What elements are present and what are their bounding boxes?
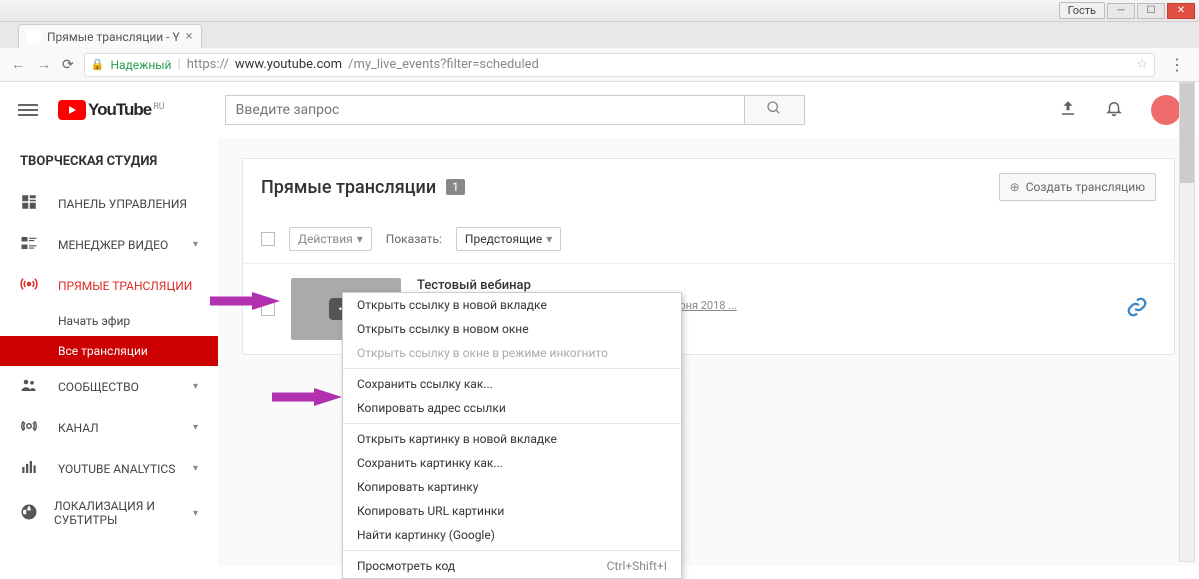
reload-button[interactable]: ⟳ [62, 57, 74, 73]
bell-icon[interactable] [1105, 99, 1123, 122]
address-bar: ← → ⟳ 🔒 Надежный | https://www.youtube.c… [0, 48, 1199, 82]
ctx-open-image[interactable]: Открыть картинку в новой вкладке [343, 427, 681, 451]
ctx-find-image[interactable]: Найти картинку (Google) [343, 523, 681, 547]
sidebar-sub-start[interactable]: Начать эфир [0, 306, 218, 336]
sidebar-label: ЛОКАЛИЗАЦИЯ И СУБТИТРЫ [54, 499, 177, 527]
channel-icon [20, 417, 42, 438]
plus-icon: ⊕ [1010, 180, 1020, 194]
search-button[interactable] [745, 95, 805, 125]
sidebar-item-channel[interactable]: КАНАЛ ▾ [0, 407, 218, 448]
close-button[interactable]: ✕ [1167, 3, 1195, 19]
sidebar-item-analytics[interactable]: YOUTUBE ANALYTICS ▾ [0, 448, 218, 489]
logo-text: YouTube [88, 100, 151, 120]
sidebar-item-dashboard[interactable]: ПАНЕЛЬ УПРАВЛЕНИЯ [0, 183, 218, 224]
search-form [225, 95, 805, 125]
sidebar-label: ПРЯМЫЕ ТРАНСЛЯЦИИ [58, 279, 192, 293]
count-badge: 1 [446, 179, 465, 195]
forward-button[interactable]: → [36, 56, 52, 73]
play-icon [58, 100, 86, 120]
hamburger-icon[interactable] [18, 101, 38, 119]
ctx-inspect[interactable]: Просмотреть код Ctrl+Shift+I [343, 554, 681, 578]
live-icon [20, 275, 42, 296]
ctx-copy-image[interactable]: Копировать картинку [343, 475, 681, 499]
create-stream-button[interactable]: ⊕ Создать трансляцию [999, 173, 1156, 201]
actions-dropdown[interactable]: Действия▾ [289, 227, 372, 251]
lock-icon: 🔒 [91, 58, 105, 71]
minimize-button[interactable]: ─ [1107, 3, 1135, 19]
chevron-down-icon: ▾ [193, 508, 198, 519]
yt-header: YouTube RU [0, 82, 1199, 138]
ctx-open-incognito: Открыть ссылку в окне в режиме инкогнито [343, 341, 681, 365]
chevron-down-icon: ▾ [193, 239, 198, 250]
url-input[interactable]: 🔒 Надежный | https://www.youtube.com/my_… [84, 53, 1155, 77]
ctx-save-image[interactable]: Сохранить картинку как... [343, 451, 681, 475]
sidebar: ТВОРЧЕСКАЯ СТУДИЯ ПАНЕЛЬ УПРАВЛЕНИЯ МЕНЕ… [0, 138, 218, 566]
url-host: www.youtube.com [235, 57, 342, 72]
tab-close-icon[interactable]: × [186, 29, 193, 44]
sidebar-item-live[interactable]: ПРЯМЫЕ ТРАНСЛЯЦИИ [0, 265, 218, 306]
ctx-separator [343, 368, 681, 369]
window-titlebar: Гость ─ ☐ ✕ [0, 0, 1199, 22]
community-icon [20, 376, 42, 397]
ctx-copy-link[interactable]: Копировать адрес ссылки [343, 396, 681, 420]
scrollbar-thumb[interactable] [1180, 83, 1194, 183]
sidebar-label: ПАНЕЛЬ УПРАВЛЕНИЯ [58, 197, 187, 211]
select-all-checkbox[interactable] [261, 232, 275, 246]
favicon [27, 30, 41, 44]
stream-title[interactable]: Тестовый вебинар [417, 278, 1110, 293]
upload-icon[interactable] [1059, 99, 1077, 121]
browser-menu-icon[interactable]: ⋮ [1165, 55, 1189, 74]
sidebar-label: YOUTUBE ANALYTICS [58, 462, 175, 476]
back-button[interactable]: ← [10, 56, 26, 73]
chevron-down-icon: ▾ [193, 463, 198, 474]
toolbar: Действия▾ Показать: Предстоящие▾ [243, 215, 1174, 264]
create-label: Создать трансляцию [1026, 180, 1145, 194]
sidebar-item-video-manager[interactable]: МЕНЕДЖЕР ВИДЕО ▾ [0, 224, 218, 265]
shortcut-label: Ctrl+Shift+I [607, 559, 667, 573]
sidebar-label: КАНАЛ [58, 421, 99, 435]
filter-dropdown[interactable]: Предстоящие▾ [456, 227, 561, 251]
link-icon[interactable] [1126, 296, 1148, 323]
sidebar-title: ТВОРЧЕСКАЯ СТУДИЯ [0, 138, 218, 183]
tab-bar: Прямые трансляции - Y × [0, 22, 1199, 48]
guest-button[interactable]: Гость [1059, 2, 1105, 19]
show-label: Показать: [386, 232, 442, 246]
sidebar-item-localization[interactable]: ЛОКАЛИЗАЦИЯ И СУБТИТРЫ ▾ [0, 489, 218, 537]
localization-icon [20, 503, 38, 524]
chevron-down-icon: ▾ [193, 422, 198, 433]
ctx-save-link[interactable]: Сохранить ссылку как... [343, 372, 681, 396]
avatar[interactable] [1151, 95, 1181, 125]
ctx-separator [343, 423, 681, 424]
browser-tab[interactable]: Прямые трансляции - Y × [18, 24, 202, 48]
dashboard-icon [20, 193, 42, 214]
vertical-scrollbar[interactable] [1179, 82, 1195, 562]
annotation-arrow [210, 292, 280, 310]
bookmark-icon[interactable]: ☆ [1136, 57, 1148, 72]
url-protocol: https:// [187, 57, 229, 72]
page-header: Прямые трансляции 1 ⊕ Создать трансляцию [243, 159, 1174, 215]
maximize-button[interactable]: ☐ [1137, 3, 1165, 19]
ctx-open-tab[interactable]: Открыть ссылку в новой вкладке [343, 293, 681, 317]
sidebar-label: МЕНЕДЖЕР ВИДЕО [58, 238, 168, 252]
ctx-separator [343, 550, 681, 551]
annotation-arrow [272, 388, 342, 406]
search-input[interactable] [225, 95, 745, 125]
chevron-down-icon: ▾ [193, 381, 198, 392]
context-menu: Открыть ссылку в новой вкладке Открыть с… [342, 292, 682, 579]
sidebar-label: СООБЩЕСТВО [58, 380, 139, 394]
ctx-copy-image-url[interactable]: Копировать URL картинки [343, 499, 681, 523]
page-title: Прямые трансляции [261, 177, 436, 198]
sidebar-sub-all[interactable]: Все трансляции [0, 336, 218, 366]
secure-label: Надежный [110, 58, 171, 72]
video-manager-icon [20, 234, 42, 255]
youtube-logo[interactable]: YouTube RU [58, 100, 165, 120]
region-label: RU [153, 102, 164, 112]
analytics-icon [20, 458, 42, 479]
sidebar-item-community[interactable]: СООБЩЕСТВО ▾ [0, 366, 218, 407]
tab-title: Прямые трансляции - Y [47, 30, 180, 44]
ctx-open-window[interactable]: Открыть ссылку в новом окне [343, 317, 681, 341]
url-path: /my_live_events?filter=scheduled [348, 57, 539, 72]
